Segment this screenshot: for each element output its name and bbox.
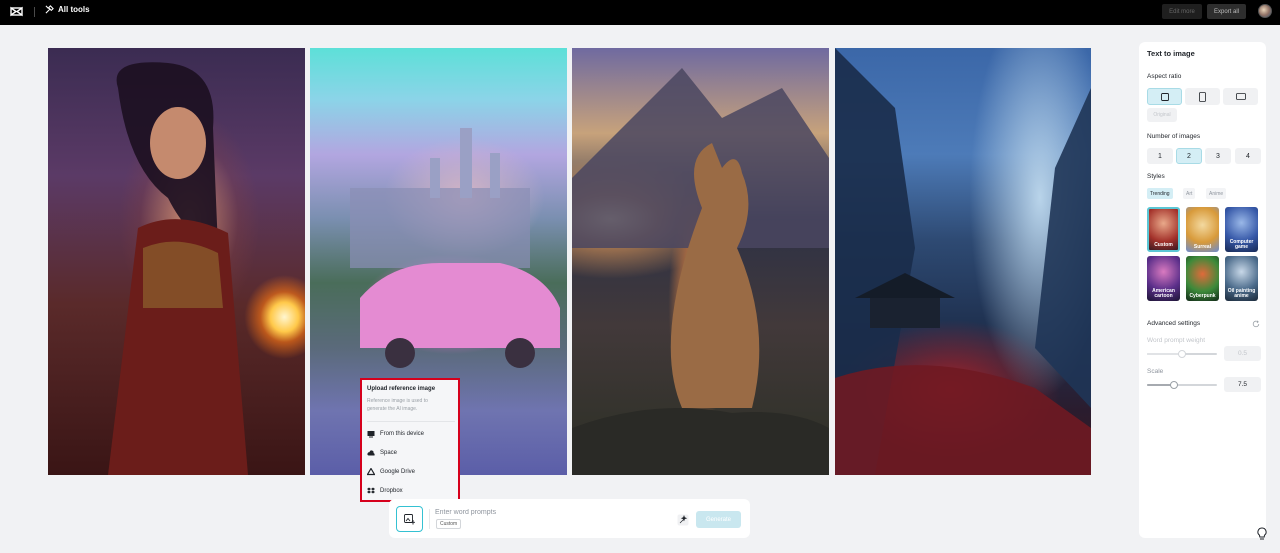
upload-from-device-item[interactable]: From this device	[367, 428, 424, 440]
number-3-button[interactable]: 3	[1205, 148, 1231, 164]
generated-image-1[interactable]	[48, 48, 305, 475]
google-drive-icon	[367, 468, 375, 476]
all-tools-label: All tools	[58, 5, 90, 14]
style-tag[interactable]: Custom	[436, 519, 462, 529]
upload-from-space-item[interactable]: Space	[367, 447, 397, 459]
style-card-label: Custom	[1154, 242, 1173, 248]
cloud-icon	[367, 450, 375, 456]
pagoda-valley-illustration	[835, 48, 1091, 475]
style-card-label: Oil painting anime	[1227, 288, 1256, 299]
upload-reference-button[interactable]	[396, 506, 423, 532]
prompt-divider	[429, 509, 430, 529]
cat-illustration	[572, 68, 829, 475]
portrait-ratio-icon	[1199, 91, 1206, 102]
popover-divider	[367, 421, 455, 422]
style-card-computer-game[interactable]: Computer game	[1225, 207, 1258, 252]
tab-trending[interactable]: Trending	[1147, 188, 1173, 199]
image-add-icon	[404, 513, 415, 524]
word-prompt-weight-slider[interactable]	[1147, 350, 1217, 358]
ratio-square-button[interactable]	[1147, 88, 1182, 105]
ratio-portrait-button[interactable]	[1185, 88, 1220, 105]
tab-anime[interactable]: Anime	[1206, 188, 1227, 199]
prompt-bar: Custom Generate	[389, 499, 750, 538]
warrior-illustration	[108, 62, 248, 475]
lightbulb-icon[interactable]	[1256, 527, 1268, 541]
all-tools-button[interactable]: All tools	[45, 5, 90, 14]
generated-image-3[interactable]	[572, 48, 829, 475]
upload-item-label: Google Drive	[380, 469, 416, 475]
text-to-image-panel: Text to image Aspect ratio Original Numb…	[1139, 42, 1266, 538]
edit-more-button[interactable]: Edit more	[1162, 4, 1202, 19]
style-card-label: Surreal	[1193, 244, 1212, 250]
upload-item-label: Space	[380, 450, 398, 456]
device-icon	[367, 431, 375, 438]
style-card-label: Cyberpunk	[1189, 293, 1216, 299]
tools-icon	[45, 5, 54, 14]
word-prompt-input[interactable]	[435, 507, 655, 517]
upload-reference-popover: Upload reference image Reference image i…	[360, 378, 460, 502]
upload-from-dropbox-item[interactable]: Dropbox	[367, 485, 403, 497]
tab-art[interactable]: Art	[1183, 188, 1196, 199]
popover-description: Reference image is used to generate the …	[367, 398, 428, 412]
aspect-ratio-label: Aspect ratio	[1147, 73, 1182, 80]
generated-image-4[interactable]	[835, 48, 1091, 475]
square-ratio-icon	[1160, 92, 1169, 101]
ratio-original-button[interactable]: Original	[1147, 108, 1177, 122]
slider-fill	[1147, 353, 1182, 355]
export-all-button[interactable]: Export all	[1207, 4, 1246, 19]
style-card-surreal[interactable]: Surreal	[1186, 207, 1219, 252]
upload-from-google-drive-item[interactable]: Google Drive	[367, 466, 415, 478]
topbar-divider	[34, 7, 35, 17]
slider-knob[interactable]	[1169, 381, 1178, 389]
scale-slider[interactable]	[1147, 381, 1217, 389]
upload-item-label: From this device	[380, 431, 425, 437]
popover-title: Upload reference image	[367, 386, 436, 392]
ratio-landscape-button[interactable]	[1223, 88, 1258, 105]
capcut-logo-icon[interactable]	[10, 5, 23, 18]
upload-item-label: Dropbox	[380, 488, 403, 494]
word-prompt-weight-label: Word prompt weight	[1147, 337, 1206, 344]
styles-label: Styles	[1147, 173, 1165, 180]
style-card-label: Computer game	[1229, 239, 1254, 250]
slider-knob[interactable]	[1178, 350, 1186, 358]
word-prompt-weight-value[interactable]: 0.5	[1224, 346, 1261, 361]
advanced-settings-label: Advanced settings	[1147, 320, 1201, 327]
number-4-button[interactable]: 4	[1235, 148, 1261, 164]
avatar[interactable]	[1258, 4, 1272, 18]
style-card-american-cartoon[interactable]: American cartoon	[1147, 256, 1180, 301]
dropbox-icon	[367, 487, 375, 494]
scale-value[interactable]: 7.5	[1224, 377, 1261, 392]
generate-button[interactable]: Generate	[696, 511, 741, 528]
scale-label: Scale	[1147, 368, 1164, 375]
style-card-oil-painting-anime[interactable]: Oil painting anime	[1225, 256, 1258, 301]
style-card-cyberpunk[interactable]: Cyberpunk	[1186, 256, 1219, 301]
panel-title: Text to image	[1147, 49, 1195, 58]
number-2-button[interactable]: 2	[1176, 148, 1202, 164]
style-card-label: American cartoon	[1152, 288, 1175, 299]
number-of-images-label: Number of images	[1147, 133, 1201, 140]
top-bar: All tools Edit more Export all	[0, 0, 1280, 25]
reset-icon[interactable]	[1252, 320, 1260, 328]
landscape-ratio-icon	[1235, 93, 1246, 100]
style-card-custom[interactable]: Custom	[1147, 207, 1180, 252]
number-1-button[interactable]: 1	[1147, 148, 1173, 164]
magic-prompt-icon[interactable]	[677, 514, 689, 526]
